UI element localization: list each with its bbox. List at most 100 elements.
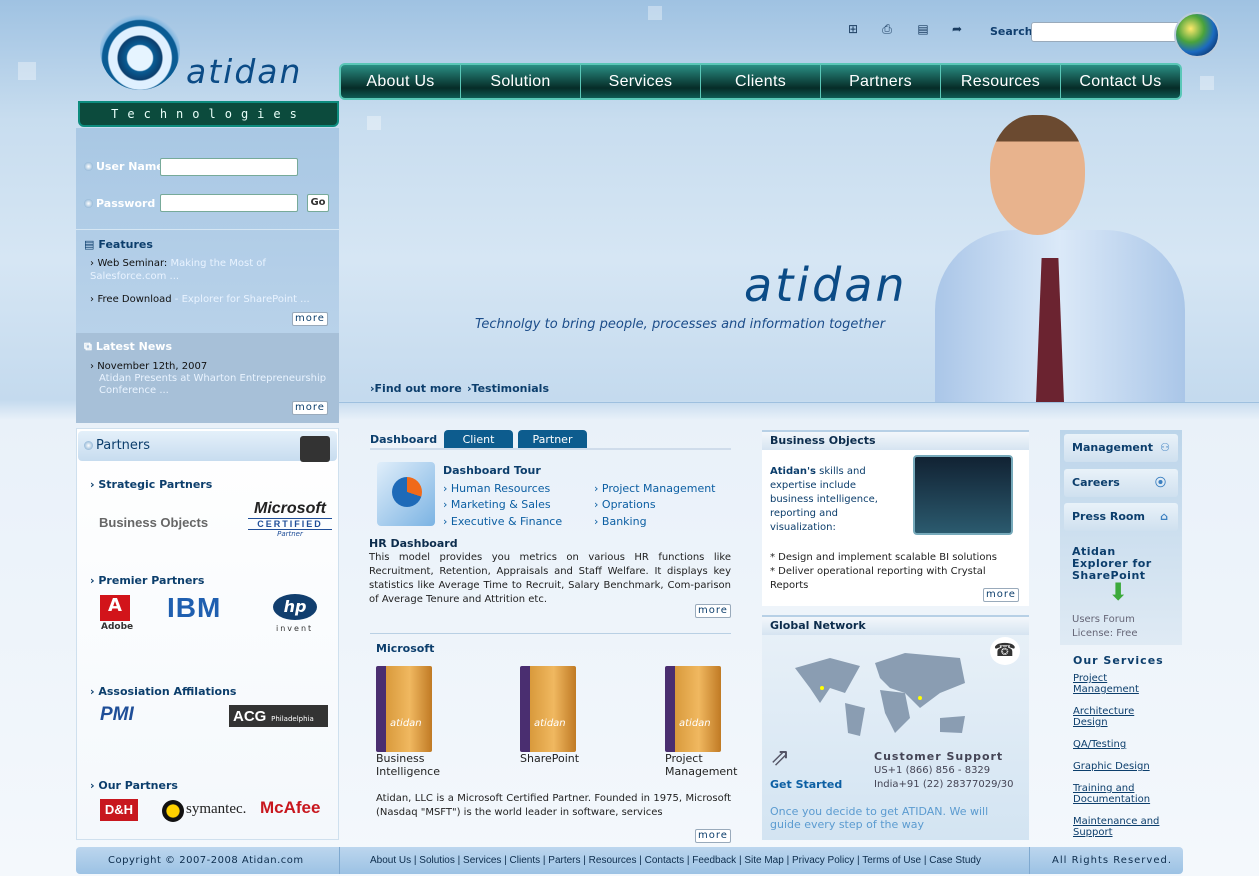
features-title-text: Features <box>98 238 153 251</box>
news-text[interactable]: Atidan Presents at Wharton Entrepreneurs… <box>99 373 339 397</box>
search-input[interactable] <box>1031 22 1181 42</box>
sitemap-icon[interactable]: ⊞ <box>846 22 860 36</box>
service-link[interactable]: Architecture Design <box>1073 706 1153 728</box>
product-sharepoint[interactable]: SharePoint <box>520 752 579 765</box>
footer-link[interactable]: Feedback <box>692 855 736 866</box>
dash-link-executive-finance[interactable]: › Executive & Finance <box>443 515 562 528</box>
password-label-text: Password <box>96 197 156 210</box>
decor-square <box>1200 76 1214 90</box>
go-button[interactable]: Go <box>307 194 329 212</box>
symantec-icon <box>162 800 184 822</box>
find-out-more-link[interactable]: ›Find out more <box>370 382 462 395</box>
service-link[interactable]: Graphic Design <box>1073 761 1150 772</box>
escalator-icon: ⇗ <box>770 743 791 771</box>
mcafee-logo[interactable]: McAfee <box>260 798 320 818</box>
password-field[interactable] <box>160 194 298 212</box>
feature-item[interactable]: › Free Download - Explorer for SharePoin… <box>90 293 335 306</box>
adobe-logo-icon[interactable]: A <box>100 595 130 621</box>
tab-dashboard[interactable]: Dashboard <box>370 430 437 449</box>
book-icon[interactable] <box>520 666 576 752</box>
dash-link-banking[interactable]: › Banking <box>594 515 647 528</box>
product-project-management[interactable]: Project Management <box>665 752 737 778</box>
hr-dashboard-title: HR Dashboard <box>369 537 458 550</box>
tab-partner[interactable]: Partner <box>518 430 587 449</box>
dash-link-human-resources[interactable]: › Human Resources <box>443 482 550 495</box>
microsoft-title: Microsoft <box>376 642 435 655</box>
testimonials-link[interactable]: ›Testimonials <box>467 382 549 395</box>
footer-links: About Us | Solutios | Services | Clients… <box>370 855 981 866</box>
nav-solution[interactable]: Solution <box>461 65 581 98</box>
nav-about-us[interactable]: About Us <box>341 65 461 98</box>
search-globe-icon[interactable] <box>1174 12 1220 58</box>
footer-link[interactable]: Terms of Use <box>862 855 921 866</box>
nav-clients[interactable]: Clients <box>701 65 821 98</box>
news-more-button[interactable]: more <box>292 401 328 415</box>
logo-text[interactable]: atidan <box>186 52 302 91</box>
download-arrow-icon[interactable]: ⬇ <box>1108 580 1128 604</box>
features-more-button[interactable]: more <box>292 312 328 326</box>
divider <box>1029 847 1030 874</box>
hp-logo[interactable]: hp <box>273 594 317 620</box>
dash-link-oprations[interactable]: › Oprations <box>594 498 656 511</box>
book-label: atidan <box>534 718 566 729</box>
acg-logo[interactable]: ACG Philadelphia <box>229 705 328 727</box>
dashboard-more-button[interactable]: more <box>695 604 731 618</box>
phone-icon: ☎ <box>990 637 1020 665</box>
footer-separator: | <box>783 855 792 866</box>
footer-link[interactable]: Parters <box>548 855 580 866</box>
ibm-logo[interactable]: IBM <box>167 592 221 624</box>
service-link[interactable]: Maintenance and Support <box>1073 816 1173 838</box>
nav-partners[interactable]: Partners <box>821 65 941 98</box>
logo-icon[interactable] <box>100 10 180 90</box>
footer-link[interactable]: Privacy Policy <box>792 855 854 866</box>
pie-chart-icon <box>392 477 422 507</box>
business-objects-logo[interactable]: Business Objects <box>99 515 208 530</box>
username-field[interactable] <box>160 158 298 176</box>
nav-services[interactable]: Services <box>581 65 701 98</box>
service-link[interactable]: Project Management <box>1073 673 1153 695</box>
decor-square <box>367 116 381 130</box>
explorer-title[interactable]: Atidan Explorer for SharePoint <box>1072 546 1176 582</box>
footer-link[interactable]: Solutios <box>419 855 455 866</box>
share-icon[interactable]: ➦ <box>950 22 964 36</box>
dash-link-marketing-sales[interactable]: › Marketing & Sales <box>443 498 551 511</box>
footer-link[interactable]: Resources <box>589 855 637 866</box>
microsoft-certified-logo[interactable]: Microsoft CERTIFIED Partner <box>248 500 332 538</box>
book-icon[interactable] <box>376 666 432 752</box>
footer-link[interactable]: Site Map <box>744 855 783 866</box>
nav-contact-us[interactable]: Contact Us <box>1061 65 1180 98</box>
dashboard-tour-title[interactable]: Dashboard Tour <box>443 464 541 477</box>
pmi-logo[interactable]: PMI <box>100 704 134 726</box>
microsoft-text: Atidan, LLC is a Microsoft Certified Par… <box>376 793 731 818</box>
management-button[interactable]: Management ⚇ <box>1064 434 1178 462</box>
business-objects-bullet: * Deliver operational reporting with Cry… <box>770 566 986 591</box>
feature-item[interactable]: › Web Seminar: Making the Most of Salesf… <box>90 257 330 283</box>
footer-link[interactable]: Services <box>463 855 501 866</box>
footer-separator: | <box>501 855 510 866</box>
press-room-button[interactable]: Press Room ⌂ <box>1064 503 1178 531</box>
business-objects-bullet: * Design and implement scalable BI solut… <box>770 552 998 563</box>
careers-button[interactable]: Careers ⦿ <box>1064 469 1178 497</box>
footer-link[interactable]: Case Study <box>929 855 981 866</box>
document-icon[interactable]: ▤ <box>916 22 930 36</box>
book-icon[interactable] <box>665 666 721 752</box>
get-started-tagline: Once you decide to get ATIDAN. We will g… <box>770 805 989 831</box>
dh-logo[interactable]: D&H <box>100 799 138 821</box>
nav-resources[interactable]: Resources <box>941 65 1061 98</box>
symantec-logo[interactable]: symantec. <box>186 801 246 818</box>
microsoft-more-button[interactable]: more <box>695 829 731 843</box>
tab-client[interactable]: Client <box>444 430 513 449</box>
business-objects-more-button[interactable]: more <box>983 588 1019 602</box>
footer-link[interactable]: Clients <box>510 855 541 866</box>
tab-underline <box>370 448 731 450</box>
get-started-link[interactable]: Get Started <box>770 778 842 791</box>
users-forum-link[interactable]: Users Forum <box>1072 614 1135 625</box>
right-nav-panel <box>1060 430 1182 645</box>
footer-link[interactable]: Contacts <box>645 855 684 866</box>
footer-link[interactable]: About Us <box>370 855 411 866</box>
print-icon[interactable]: ⎙ <box>880 22 894 36</box>
product-business-intelligence[interactable]: Business Intelligence <box>376 752 456 778</box>
service-link[interactable]: QA/Testing <box>1073 739 1126 750</box>
dash-link-project-management[interactable]: › Project Management <box>594 482 716 495</box>
service-link[interactable]: Training and Documentation <box>1073 783 1163 805</box>
